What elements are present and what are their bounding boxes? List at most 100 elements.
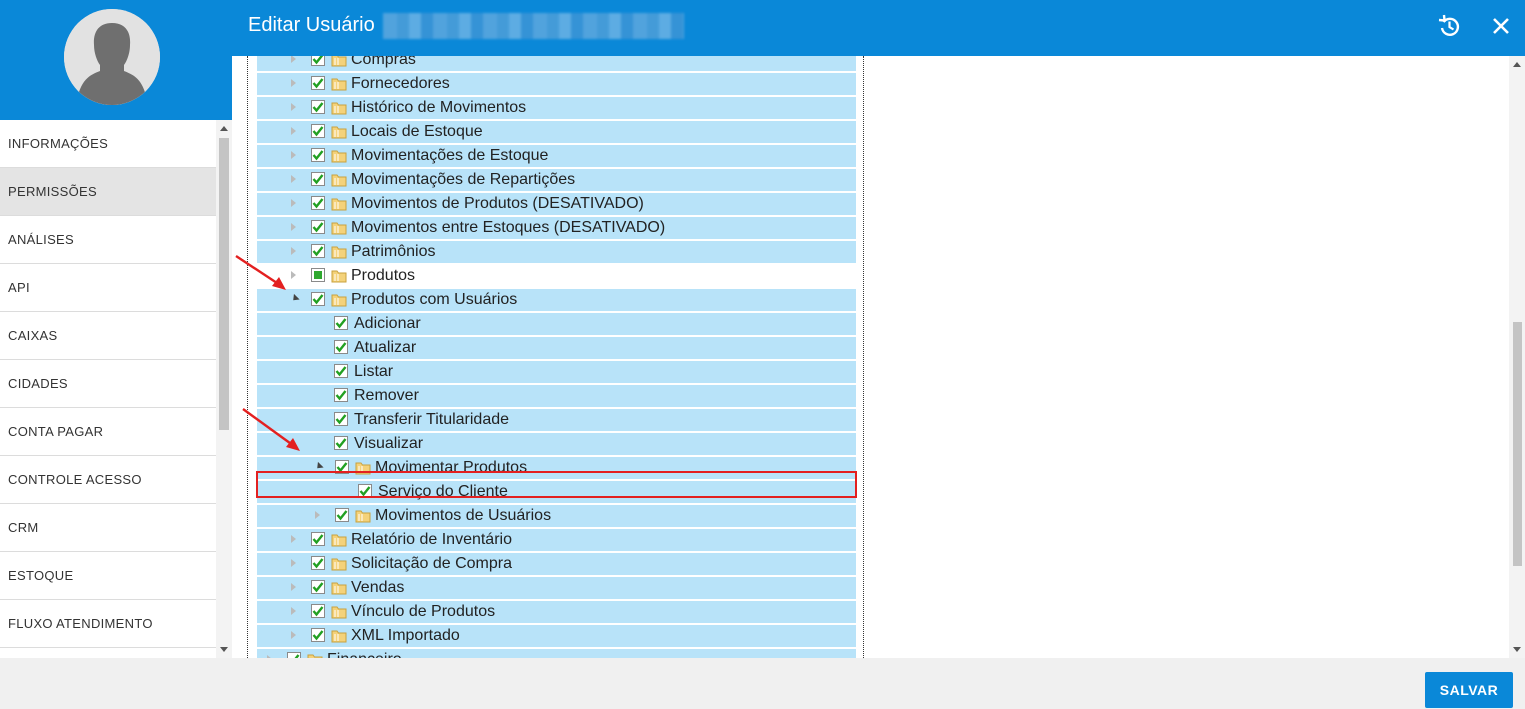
tree-item-label: Relatório de Inventário: [351, 531, 512, 548]
tree-item[interactable]: Relatório de Inventário: [257, 529, 856, 551]
history-button[interactable]: [1435, 12, 1463, 40]
sidebar-scroll-thumb[interactable]: [219, 138, 229, 430]
permission-checkbox[interactable]: [311, 604, 325, 618]
permission-checkbox[interactable]: [311, 56, 325, 66]
sidebar-item-conta-pagar[interactable]: CONTA PAGAR: [0, 408, 216, 456]
close-button[interactable]: [1487, 12, 1515, 40]
permission-checkbox[interactable]: [334, 412, 348, 426]
permission-checkbox[interactable]: [311, 292, 325, 306]
expand-arrow-icon[interactable]: [291, 607, 296, 615]
scroll-up-icon[interactable]: [1513, 62, 1521, 67]
main-scrollbar[interactable]: [1509, 56, 1525, 658]
tree-item[interactable]: Adicionar: [257, 313, 856, 335]
sidebar-scrollbar[interactable]: [216, 120, 232, 658]
permission-checkbox[interactable]: [311, 100, 325, 114]
permission-checkbox[interactable]: [334, 436, 348, 450]
scroll-down-icon[interactable]: [1513, 647, 1521, 652]
expand-arrow-icon[interactable]: [291, 271, 296, 279]
permission-checkbox[interactable]: [311, 220, 325, 234]
permission-checkbox[interactable]: [311, 76, 325, 90]
tree-item[interactable]: Movimentos entre Estoques (DESATIVADO): [257, 217, 856, 239]
tree-item-label: Patrimônios: [351, 243, 436, 260]
tree-item-label: Financeiro: [327, 651, 402, 658]
expand-arrow-icon[interactable]: [291, 151, 296, 159]
collapse-arrow-icon[interactable]: [290, 293, 300, 304]
sidebar-item-crm[interactable]: CRM: [0, 504, 216, 552]
tree-item[interactable]: Remover: [257, 385, 856, 407]
sidebar-item-cidades[interactable]: CIDADES: [0, 360, 216, 408]
tree-item[interactable]: Visualizar: [257, 433, 856, 455]
sidebar-item-label: ESTOQUE: [8, 568, 74, 583]
folder-icon: [331, 148, 347, 163]
sidebar-item-api[interactable]: API: [0, 264, 216, 312]
sidebar-item-fluxo-atendimento[interactable]: FLUXO ATENDIMENTO: [0, 600, 216, 648]
tree-item-label: Movimentações de Repartições: [351, 171, 576, 188]
tree-item[interactable]: Movimentações de Repartições: [257, 169, 856, 191]
sidebar-item-estoque[interactable]: ESTOQUE: [0, 552, 216, 600]
sidebar-item-controle-acesso[interactable]: CONTROLE ACESSO: [0, 456, 216, 504]
permission-checkbox[interactable]: [335, 508, 349, 522]
scroll-down-icon[interactable]: [220, 647, 228, 652]
permission-checkbox[interactable]: [311, 148, 325, 162]
expand-arrow-icon[interactable]: [291, 56, 296, 63]
tree-item[interactable]: Financeiro: [257, 649, 856, 658]
folder-icon: [331, 124, 347, 139]
expand-arrow-icon[interactable]: [291, 127, 296, 135]
permission-checkbox[interactable]: [311, 268, 325, 282]
tree-item[interactable]: Vendas: [257, 577, 856, 599]
expand-arrow-icon[interactable]: [291, 199, 296, 207]
sidebar-item-informacoes[interactable]: INFORMAÇÕES: [0, 120, 216, 168]
permission-checkbox[interactable]: [334, 340, 348, 354]
expand-arrow-icon[interactable]: [291, 559, 296, 567]
permission-checkbox[interactable]: [334, 316, 348, 330]
tree-item[interactable]: Movimentos de Usuários: [257, 505, 856, 527]
permission-checkbox[interactable]: [311, 628, 325, 642]
tree-item[interactable]: Patrimônios: [257, 241, 856, 263]
tree-item[interactable]: Locais de Estoque: [257, 121, 856, 143]
collapse-arrow-icon[interactable]: [314, 461, 324, 472]
scroll-up-icon[interactable]: [220, 126, 228, 131]
expand-arrow-icon[interactable]: [291, 175, 296, 183]
tree-item[interactable]: Movimentações de Estoque: [257, 145, 856, 167]
tree-item[interactable]: Fornecedores: [257, 73, 856, 95]
permission-checkbox[interactable]: [311, 244, 325, 258]
sidebar-item-label: INFORMAÇÕES: [8, 136, 109, 151]
folder-icon: [331, 268, 347, 283]
tree-item[interactable]: Atualizar: [257, 337, 856, 359]
tree-item[interactable]: Compras: [257, 56, 856, 71]
permission-checkbox[interactable]: [334, 364, 348, 378]
tree-item[interactable]: Produtos com Usuários: [257, 289, 856, 311]
tree-item[interactable]: Histórico de Movimentos: [257, 97, 856, 119]
expand-arrow-icon[interactable]: [291, 223, 296, 231]
main-scroll-thumb[interactable]: [1513, 322, 1522, 566]
permission-checkbox[interactable]: [311, 580, 325, 594]
tree-item[interactable]: Transferir Titularidade: [257, 409, 856, 431]
save-button[interactable]: SALVAR: [1425, 672, 1513, 708]
expand-arrow-icon[interactable]: [291, 247, 296, 255]
tree-item[interactable]: Produtos: [257, 265, 856, 287]
expand-arrow-icon[interactable]: [291, 631, 296, 639]
tree-item[interactable]: Solicitação de Compra: [257, 553, 856, 575]
folder-icon: [331, 244, 347, 259]
expand-arrow-icon[interactable]: [315, 511, 320, 519]
permission-checkbox[interactable]: [311, 532, 325, 546]
permission-checkbox[interactable]: [311, 196, 325, 210]
avatar[interactable]: [64, 9, 160, 105]
tree-item[interactable]: Movimentos de Produtos (DESATIVADO): [257, 193, 856, 215]
sidebar-item-analises[interactable]: ANÁLISES: [0, 216, 216, 264]
expand-arrow-icon[interactable]: [291, 583, 296, 591]
tree-item[interactable]: Vínculo de Produtos: [257, 601, 856, 623]
tree-item[interactable]: XML Importado: [257, 625, 856, 647]
expand-arrow-icon[interactable]: [291, 79, 296, 87]
sidebar-item-label: CAIXAS: [8, 328, 58, 343]
expand-arrow-icon[interactable]: [291, 103, 296, 111]
folder-icon: [331, 196, 347, 211]
expand-arrow-icon[interactable]: [291, 535, 296, 543]
sidebar-item-permissoes[interactable]: PERMISSÕES: [0, 168, 216, 216]
permission-checkbox[interactable]: [311, 172, 325, 186]
tree-item[interactable]: Listar: [257, 361, 856, 383]
sidebar-item-caixas[interactable]: CAIXAS: [0, 312, 216, 360]
permission-checkbox[interactable]: [334, 388, 348, 402]
permission-checkbox[interactable]: [311, 124, 325, 138]
permission-checkbox[interactable]: [311, 556, 325, 570]
